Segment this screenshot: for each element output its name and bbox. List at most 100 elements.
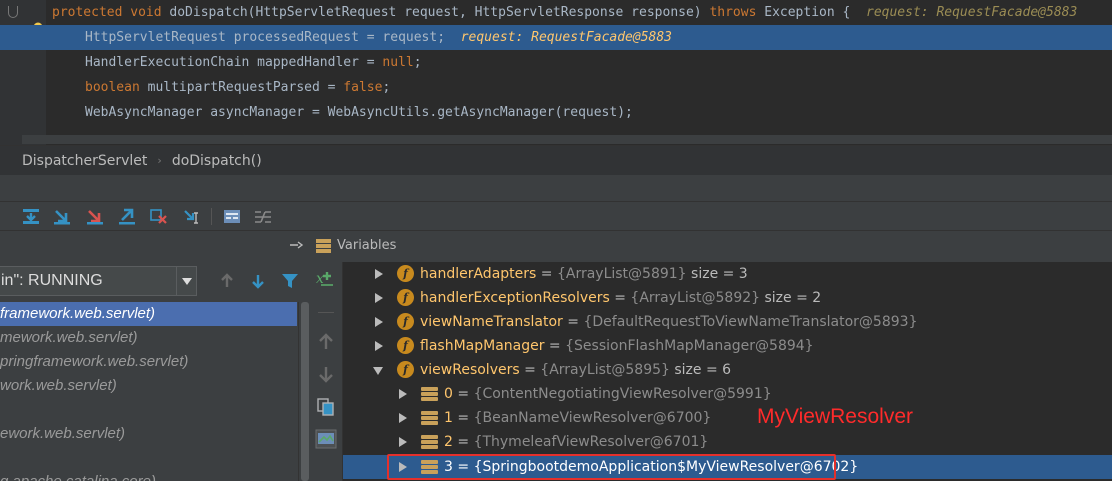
frame-item[interactable]: framework.web.servlet) — [0, 302, 297, 326]
variable-value: {DefaultRequestToViewNameTranslator@5893… — [583, 314, 918, 330]
variable-name: viewNameTranslator — [420, 314, 563, 330]
variable-label: handlerAdapters = {ArrayList@5891} size … — [420, 262, 748, 286]
execution-point-line[interactable]: HttpServletRequest processedRequest = re… — [0, 25, 1112, 50]
tree-row[interactable]: 1 = {BeanNameViewResolver@6700} — [343, 406, 1112, 430]
frame-item[interactable] — [0, 446, 297, 470]
breadcrumb-separator: › — [157, 154, 162, 167]
tree-row[interactable]: 2 = {ThymeleafViewResolver@6701} — [343, 430, 1112, 454]
frames-panel-header — [0, 231, 310, 262]
variable-value: {BeanNameViewResolver@6700} — [473, 410, 712, 426]
variables-tree[interactable]: f handlerAdapters = {ArrayList@5891} siz… — [343, 262, 1112, 481]
field-icon: f — [397, 337, 414, 354]
field-icon: f — [397, 361, 414, 378]
variables-icon — [316, 239, 331, 253]
frame-item[interactable] — [0, 398, 297, 422]
inline-debug-value: request: RequestFacade@5883 — [866, 5, 1078, 20]
horizontal-scrollbar[interactable] — [22, 135, 1112, 144]
frame-item[interactable]: g.apache.catalina.core) — [0, 470, 297, 481]
frame-list-scrollbar[interactable] — [298, 302, 310, 481]
expand-arrow-icon[interactable] — [373, 317, 383, 327]
tree-row[interactable]: 0 = {ContentNegotiatingViewResolver@5991… — [343, 382, 1112, 406]
tree-row[interactable]: f viewResolvers = {ArrayList@5895} size … — [343, 358, 1112, 382]
tree-row[interactable]: f handlerExceptionResolvers = {ArrayList… — [343, 286, 1112, 310]
arrow-down-icon[interactable] — [249, 273, 267, 289]
move-down-icon[interactable] — [315, 364, 337, 384]
tree-row[interactable]: f viewNameTranslator = {DefaultRequestTo… — [343, 310, 1112, 334]
pin-icon[interactable] — [289, 240, 305, 250]
debug-toolbar — [0, 202, 1112, 231]
expand-arrow-icon[interactable] — [397, 462, 407, 472]
move-up-icon[interactable] — [315, 332, 337, 352]
frame-item[interactable]: mework.web.servlet) — [0, 326, 297, 350]
copy-icon[interactable] — [315, 397, 337, 417]
variable-name: 1 — [444, 410, 453, 426]
show-types-icon[interactable] — [315, 429, 337, 449]
variable-equals: = — [544, 338, 566, 354]
thread-selector[interactable]: in": RUNNING — [0, 266, 197, 296]
variable-label: viewResolvers = {ArrayList@5895} size = … — [420, 358, 731, 382]
code-line[interactable]: WebAsyncManager asyncManager = WebAsyncU… — [0, 100, 1112, 125]
breadcrumb-class[interactable]: DispatcherServlet — [22, 146, 147, 176]
variable-label: handlerExceptionResolvers = {ArrayList@5… — [420, 286, 821, 310]
code-line[interactable]: HandlerExecutionChain mappedHandler = nu… — [0, 50, 1112, 75]
variable-name: viewResolvers — [420, 362, 520, 378]
frame-item[interactable]: ework.web.servlet) — [0, 422, 297, 446]
expand-arrow-icon[interactable] — [373, 293, 383, 303]
variable-label: flashMapManager = {SessionFlashMapManage… — [420, 334, 814, 358]
field-icon: f — [397, 289, 414, 306]
chevron-down-icon[interactable] — [176, 267, 196, 295]
variables-title: Variables — [337, 238, 397, 253]
variable-size: size = 2 — [764, 290, 822, 306]
variable-label: viewNameTranslator = {DefaultRequestToVi… — [420, 310, 917, 334]
show-execution-point-icon[interactable] — [22, 208, 40, 225]
expand-arrow-icon[interactable] — [373, 269, 383, 279]
new-watch-icon[interactable]: x — [315, 268, 337, 288]
variable-value: {ContentNegotiatingViewResolver@5991} — [473, 386, 772, 402]
toolbar-separator — [211, 208, 212, 225]
evaluate-expression-icon[interactable] — [223, 208, 241, 225]
code-keyword: null — [382, 55, 414, 70]
breadcrumb-method[interactable]: doDispatch() — [172, 146, 262, 176]
variable-value: {ArrayList@5892} — [630, 290, 761, 306]
frame-item[interactable]: work.web.servlet) — [0, 374, 297, 398]
expand-arrow-icon[interactable] — [397, 389, 407, 399]
frame-item[interactable]: pringframework.web.servlet) — [0, 350, 297, 374]
expand-arrow-icon[interactable] — [397, 437, 407, 447]
code-keyword: false — [343, 80, 383, 95]
variable-equals: = — [536, 266, 557, 282]
element-icon — [421, 435, 438, 449]
expand-arrow-icon[interactable] — [373, 341, 383, 351]
element-icon — [421, 460, 438, 474]
expand-arrow-icon[interactable] — [397, 413, 407, 423]
frames-panel: in": RUNNING framework.web.servlet) mewo… — [0, 231, 310, 481]
toolbar-separator — [318, 312, 334, 313]
code-editor[interactable]: protected void doDispatch(HttpServletReq… — [0, 0, 1112, 145]
variable-value: {SessionFlashMapManager@5894} — [565, 338, 814, 354]
step-into-icon[interactable] — [86, 208, 104, 225]
code-text: ; — [382, 80, 391, 95]
variable-equals: = — [452, 410, 474, 426]
step-over-icon[interactable] — [53, 208, 71, 225]
tree-row-selected[interactable]: 3 = {SpringbootdemoApplication$MyViewRes… — [343, 455, 1112, 479]
step-out-icon[interactable] — [118, 208, 136, 225]
filter-icon[interactable] — [281, 273, 299, 289]
drop-frame-icon[interactable] — [150, 208, 168, 225]
variable-name: handlerExceptionResolvers — [420, 290, 610, 306]
variable-equals: = — [452, 434, 474, 450]
variable-value: {ArrayList@5895} — [540, 362, 670, 378]
variables-side-toolbar: x — [310, 262, 343, 481]
run-to-cursor-icon[interactable] — [183, 208, 201, 225]
arrow-up-icon[interactable] — [218, 273, 236, 289]
scrollbar-thumb[interactable] — [301, 302, 309, 481]
collapse-arrow-icon[interactable] — [373, 365, 383, 375]
code-line[interactable]: protected void doDispatch(HttpServletReq… — [0, 0, 1112, 25]
code-text: ; — [413, 55, 422, 70]
code-line[interactable]: boolean multipartRequestParsed = false; — [0, 75, 1112, 100]
variable-size: size = 6 — [674, 362, 732, 378]
trace-stream-icon[interactable] — [254, 208, 272, 225]
tree-row[interactable]: f handlerAdapters = {ArrayList@5891} siz… — [343, 262, 1112, 286]
frame-list[interactable]: framework.web.servlet) mework.web.servle… — [0, 302, 297, 481]
tree-row[interactable]: f flashMapManager = {SessionFlashMapMana… — [343, 334, 1112, 358]
variable-value: {ArrayList@5891} — [556, 266, 687, 282]
thread-selector-value: in": RUNNING — [1, 272, 103, 289]
